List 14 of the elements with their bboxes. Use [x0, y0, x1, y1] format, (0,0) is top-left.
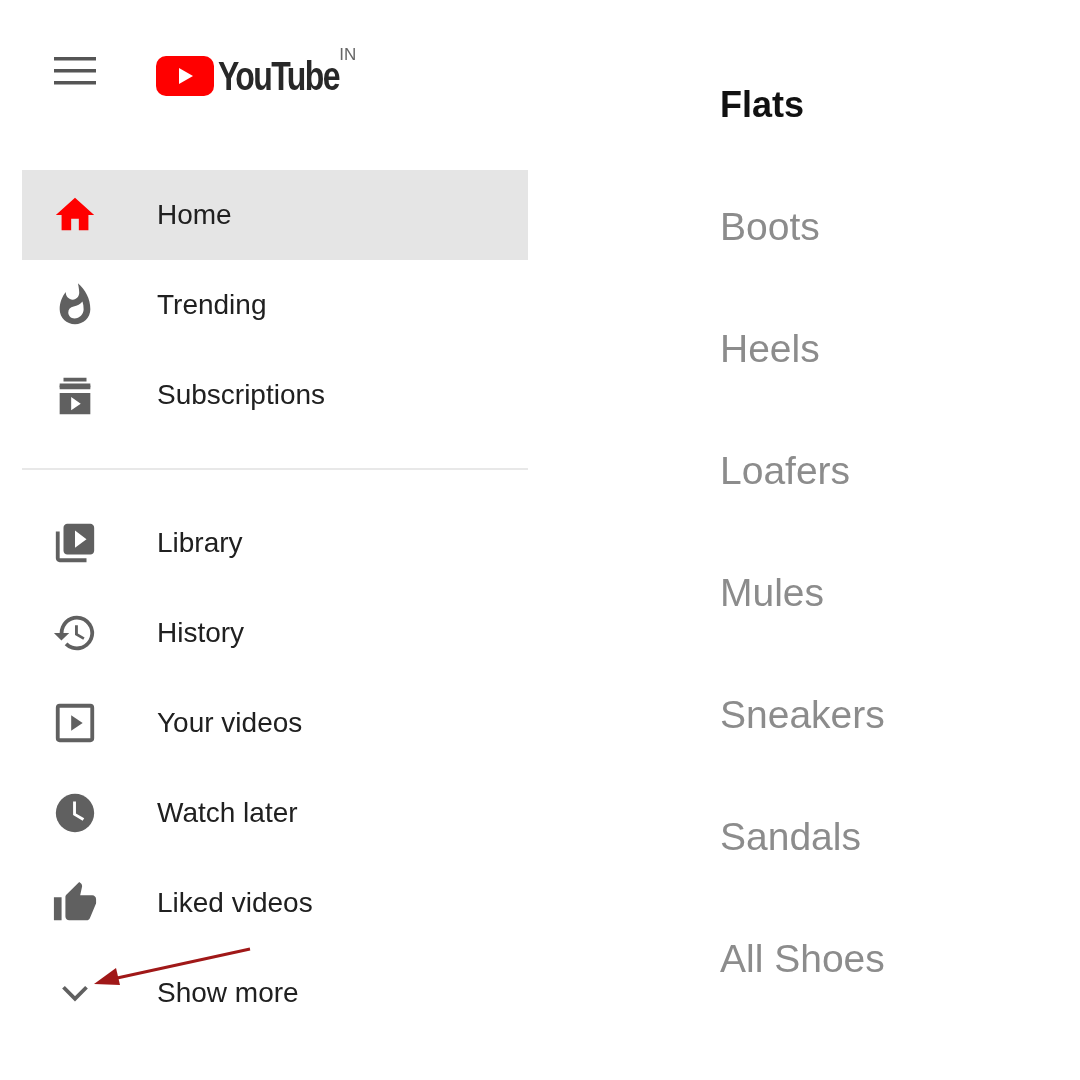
- sidebar-item[interactable]: Library: [22, 498, 528, 588]
- menu-button[interactable]: [54, 56, 96, 86]
- sidebar-item[interactable]: History: [22, 588, 528, 678]
- region-label: IN: [339, 44, 357, 64]
- sidebar-item[interactable]: Subscriptions: [22, 350, 528, 440]
- sidebar-item[interactable]: Trending: [22, 260, 528, 350]
- play-logo-icon: [156, 56, 214, 96]
- menu-icon: [54, 56, 96, 86]
- sidebar-item[interactable]: Your videos: [22, 678, 528, 768]
- sidebar-item[interactable]: Show more: [22, 948, 528, 1038]
- sidebar-item[interactable]: Watch later: [22, 768, 528, 858]
- sidebar-item[interactable]: Home: [22, 170, 528, 260]
- category-link[interactable]: Flats: [720, 72, 805, 194]
- sidebar-item[interactable]: Liked videos: [22, 858, 528, 948]
